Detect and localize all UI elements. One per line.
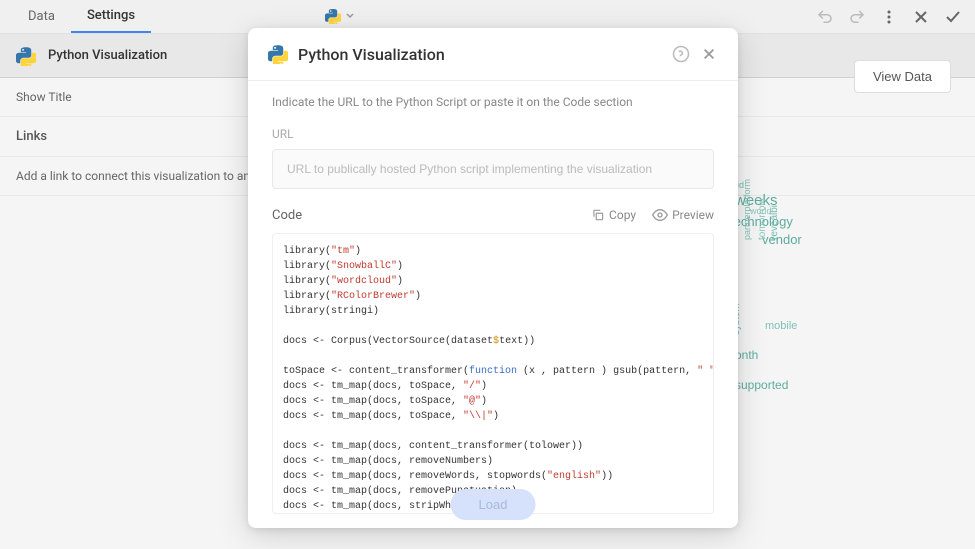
url-input[interactable] [272, 149, 714, 189]
modal-subtitle: Indicate the URL to the Python Script or… [272, 95, 714, 109]
copy-button[interactable]: Copy [591, 208, 636, 222]
python-icon [16, 46, 36, 66]
chevron-down-icon [345, 11, 355, 21]
preview-label: Preview [672, 208, 714, 222]
python-icon [268, 44, 288, 64]
modal-header: Python Visualization [248, 28, 738, 81]
undo-button[interactable] [815, 7, 835, 27]
url-label: URL [272, 127, 714, 141]
tab-settings[interactable]: Settings [71, 0, 151, 33]
viz-title: Python Visualization [48, 48, 167, 63]
python-dropdown[interactable] [325, 8, 355, 24]
code-label: Code [272, 208, 575, 223]
view-data-button[interactable]: View Data [854, 60, 951, 93]
wordcloud-word: supported [735, 378, 788, 392]
load-button[interactable]: Load [451, 489, 536, 520]
python-icon [325, 8, 341, 24]
help-button[interactable] [672, 45, 690, 63]
modal-close-button[interactable] [700, 45, 718, 63]
wordcloud-word: mobile [765, 320, 797, 332]
python-viz-modal: Python Visualization Indicate the URL to… [248, 28, 738, 528]
redo-button[interactable] [847, 7, 867, 27]
eye-icon [652, 207, 668, 223]
close-button[interactable] [911, 7, 931, 27]
modal-title: Python Visualization [298, 45, 662, 64]
more-button[interactable] [879, 7, 899, 27]
preview-button[interactable]: Preview [652, 207, 714, 223]
confirm-button[interactable] [943, 7, 963, 27]
wordcloud-word: partnerplatform [742, 179, 752, 240]
copy-label: Copy [609, 208, 636, 222]
tab-data[interactable]: Data [12, 0, 71, 33]
top-toolbar [815, 0, 963, 34]
wordcloud-word: tomorrow [757, 198, 768, 240]
copy-icon [591, 208, 605, 222]
wordcloud-word: revealbi [769, 205, 780, 240]
code-editor[interactable]: library("tm") library("SnowballC") libra… [272, 233, 714, 514]
